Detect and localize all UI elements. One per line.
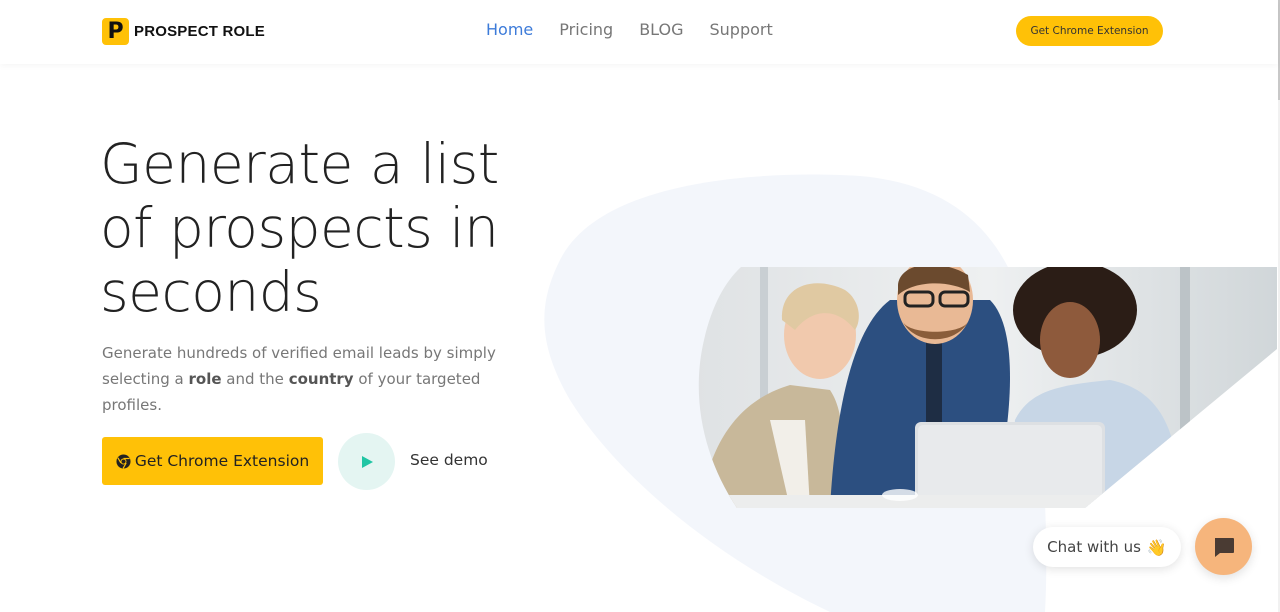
- nav-home[interactable]: Home: [486, 20, 533, 40]
- hero-title-line-1: Generate a list: [100, 132, 499, 196]
- chat-launcher-button[interactable]: [1195, 518, 1252, 575]
- hero-subtitle-role: role: [188, 370, 222, 388]
- nav-pricing[interactable]: Pricing: [559, 20, 613, 40]
- hero-cta-label: Get Chrome Extension: [134, 452, 310, 470]
- nav-blog[interactable]: BLOG: [639, 20, 683, 40]
- hero-title: Generate a list of prospects in seconds: [100, 132, 540, 324]
- nav-support[interactable]: Support: [710, 20, 773, 40]
- logo-mark-icon: P: [102, 18, 129, 45]
- brand-name: PROSPECT ROLE: [134, 23, 265, 40]
- chat-prompt-bubble[interactable]: Chat with us 👋: [1033, 527, 1181, 567]
- chat-icon: [1214, 537, 1234, 557]
- main-nav: Home Pricing BLOG Support: [486, 20, 799, 40]
- hero-subtitle-text-2: and the: [221, 370, 289, 388]
- hero-subtitle: Generate hundreds of verified email lead…: [102, 340, 522, 418]
- hero-subtitle-country: country: [288, 370, 354, 388]
- see-demo-link[interactable]: See demo: [410, 451, 488, 469]
- hero-title-line-3: seconds: [100, 260, 322, 324]
- hero-title-line-2: of prospects in: [100, 196, 499, 260]
- chat-prompt-label: Chat with us: [1047, 538, 1141, 556]
- waving-hand-icon: 👋: [1146, 537, 1167, 557]
- hero-chrome-extension-button[interactable]: Get Chrome Extension: [102, 437, 323, 485]
- play-demo-button[interactable]: [338, 433, 395, 490]
- chrome-icon: [116, 453, 131, 469]
- brand-logo[interactable]: P PROSPECT ROLE: [102, 18, 265, 45]
- site-header: P PROSPECT ROLE Home Pricing BLOG Suppor…: [0, 0, 1278, 64]
- play-icon: [361, 455, 373, 468]
- header-chrome-extension-button[interactable]: Get Chrome Extension: [1016, 16, 1163, 46]
